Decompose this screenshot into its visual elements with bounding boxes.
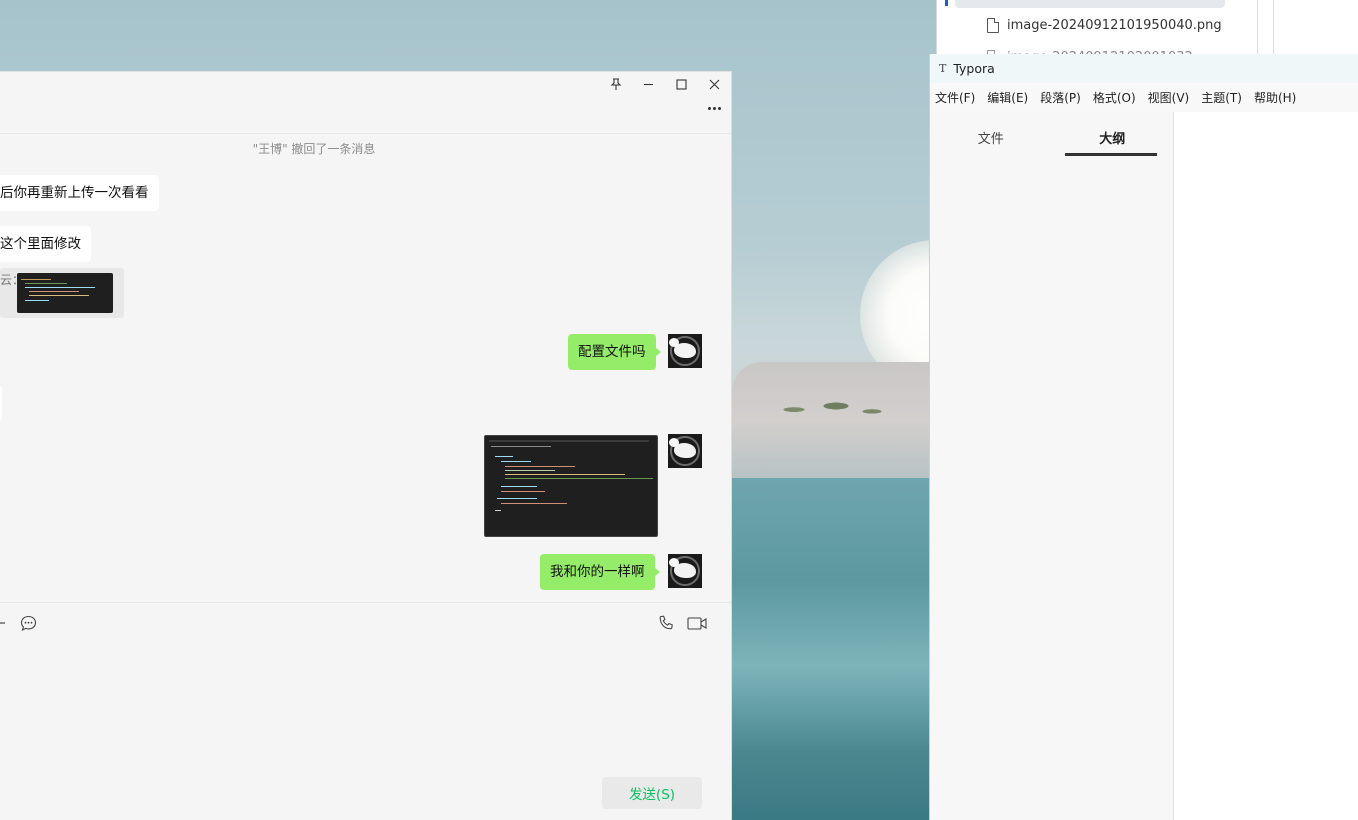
sidebar-tabs: 文件 大纲	[930, 112, 1173, 156]
typora-sidebar: 文件 大纲	[930, 112, 1174, 820]
pin-button[interactable]	[599, 72, 632, 96]
menu-view[interactable]: 视图(V)	[1148, 89, 1190, 106]
message-bubble-right[interactable]: 我和你的一样啊	[540, 554, 659, 590]
column-divider[interactable]	[1273, 0, 1274, 56]
avatar-dog	[669, 438, 696, 458]
avatar[interactable]	[668, 554, 702, 588]
maximize-icon	[676, 78, 687, 90]
video-call-icon	[686, 616, 707, 630]
dot-icon	[712, 106, 716, 110]
file-icon	[987, 17, 999, 33]
tab-outline[interactable]: 大纲	[1052, 112, 1174, 156]
message-bubble-left-partial[interactable]	[0, 385, 2, 421]
chat-window: "王博" 撤回了一条消息 后你再重新上传一次看看 这个里面修改 云： 配置文件吗	[0, 71, 732, 820]
typora-menubar: 文件(F) 编辑(E) 段落(P) 格式(O) 视图(V) 主题(T) 帮助(H…	[930, 83, 1358, 112]
tab-files[interactable]: 文件	[930, 112, 1052, 156]
quoted-message[interactable]: 云：	[0, 268, 124, 318]
more-options-button[interactable]	[705, 99, 723, 117]
typora-window: T Typora 文件(F) 编辑(E) 段落(P) 格式(O) 视图(V) 主…	[929, 54, 1358, 820]
typora-title: Typora	[953, 61, 995, 76]
file-name: image-20240912101950040.png	[1007, 17, 1222, 33]
arrow-icon[interactable]	[0, 613, 14, 633]
file-explorer-window: image-20240912101950040.png image-202409…	[936, 0, 1358, 65]
avatar-dog	[669, 338, 696, 358]
video-icon[interactable]	[686, 613, 708, 633]
selection-accent	[945, 0, 948, 6]
minimize-button[interactable]	[632, 72, 665, 96]
input-divider	[0, 602, 731, 603]
column-divider[interactable]	[1257, 0, 1258, 56]
menu-help[interactable]: 帮助(H)	[1254, 89, 1296, 106]
selected-file-row[interactable]	[955, 0, 1225, 8]
menu-edit[interactable]: 编辑(E)	[987, 89, 1028, 106]
file-row[interactable]: image-20240912101950040.png	[987, 14, 1222, 36]
avatar[interactable]	[668, 434, 702, 468]
message-bubble-right[interactable]: 配置文件吗	[568, 334, 660, 370]
menu-theme[interactable]: 主题(T)	[1201, 89, 1242, 106]
comment-icon	[20, 615, 36, 631]
menu-format[interactable]: 格式(O)	[1093, 89, 1136, 106]
pin-icon	[610, 78, 621, 90]
maximize-button[interactable]	[665, 72, 698, 96]
phone-call-icon	[659, 615, 673, 629]
minimize-icon	[644, 83, 653, 85]
avatar-dog	[669, 558, 696, 578]
close-icon	[709, 79, 720, 89]
menu-paragraph[interactable]: 段落(P)	[1040, 89, 1081, 106]
menu-file[interactable]: 文件(F)	[935, 89, 975, 106]
window-controls	[599, 72, 731, 96]
recall-notice: "王博" 撤回了一条消息	[252, 142, 376, 156]
close-button[interactable]	[698, 72, 731, 96]
chat-bubble-icon[interactable]	[18, 613, 38, 633]
typora-titlebar[interactable]: T Typora	[930, 54, 1358, 83]
avatar[interactable]	[668, 334, 702, 368]
dot-icon	[707, 106, 711, 110]
wallpaper-sea	[732, 478, 932, 820]
dot-icon	[717, 106, 721, 110]
wallpaper-trees	[770, 388, 890, 424]
header-divider	[0, 133, 731, 134]
message-bubble-left[interactable]: 后你再重新上传一次看看	[0, 175, 159, 211]
sent-image[interactable]	[484, 435, 658, 537]
chevron-icon	[0, 622, 5, 624]
message-bubble-left[interactable]: 这个里面修改	[0, 226, 91, 262]
phone-icon[interactable]	[656, 613, 676, 633]
send-button[interactable]: 发送(S)	[602, 777, 702, 809]
typora-logo-icon: T	[939, 62, 947, 75]
quoted-image-thumbnail[interactable]	[17, 273, 113, 313]
